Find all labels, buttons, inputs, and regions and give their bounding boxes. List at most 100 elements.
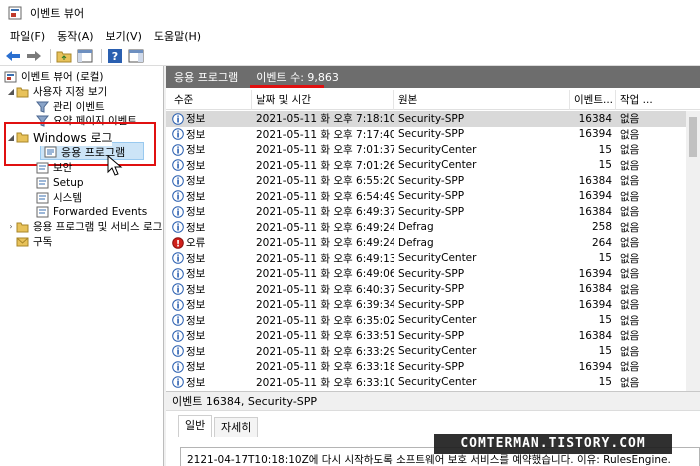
cell-date: 2021-05-11 화 오후 6:54:49 bbox=[256, 190, 394, 203]
tree-item-event-viewer-local[interactable]: 이벤트 뷰어 (로컬) bbox=[4, 69, 104, 84]
column-header-task[interactable]: 작업 ... bbox=[616, 90, 666, 110]
tree-label: 시스템 bbox=[53, 192, 82, 204]
table-row[interactable]: i 정보 2021-05-11 화 오후 6:49:06 Security-SPP 16… bbox=[166, 266, 686, 282]
column-header-level[interactable]: 수준 bbox=[166, 89, 252, 110]
cell-task: 없음 bbox=[620, 314, 640, 327]
level-text: 정보 bbox=[186, 252, 206, 265]
action-pane-icon[interactable] bbox=[127, 48, 145, 64]
cell-task: 없음 bbox=[620, 252, 640, 265]
navigation-tree: 이벤트 뷰어 (로컬) ◢ 사용자 지정 보기 관리 이벤트 요약 페이지 이벤… bbox=[0, 66, 164, 466]
level-text: 정보 bbox=[186, 314, 206, 327]
cell-task: 없음 bbox=[620, 330, 640, 343]
cell-date: 2021-05-11 화 오후 6:49:24 bbox=[256, 221, 394, 234]
table-row[interactable]: i 정보 2021-05-11 화 오후 7:18:10 Security-SPP 16… bbox=[166, 111, 686, 127]
tree-item-apps-services-logs[interactable]: › 응용 프로그램 및 서비스 로그 bbox=[6, 219, 162, 234]
svg-text:i: i bbox=[176, 146, 179, 156]
table-row[interactable]: i 정보 2021-05-11 화 오후 6:33:51 Security-SPP 16… bbox=[166, 328, 686, 344]
expand-chevron-icon[interactable]: › bbox=[6, 222, 16, 231]
cell-source: Security-SPP bbox=[398, 267, 465, 280]
svg-text:i: i bbox=[176, 208, 179, 218]
tree-item-security[interactable]: 보안 bbox=[36, 160, 72, 175]
table-row[interactable]: i 정보 2021-05-11 화 오후 6:40:37 Security-SPP 16… bbox=[166, 282, 686, 298]
table-row[interactable]: i 정보 2021-05-11 화 오후 6:33:18 Security-SPP 16… bbox=[166, 359, 686, 375]
cell-task: 없음 bbox=[620, 206, 640, 219]
level-text: 정보 bbox=[186, 128, 206, 141]
menu-file[interactable]: 파일(F) bbox=[4, 28, 51, 44]
cell-event-id: 15 bbox=[598, 314, 612, 327]
cell-source: Security-SPP bbox=[398, 128, 465, 141]
cell-date: 2021-05-11 화 오후 7:17:40 bbox=[256, 128, 394, 141]
table-row[interactable]: i 정보 2021-05-11 화 오후 6:39:34 Security-SPP 16… bbox=[166, 297, 686, 313]
info-icon: i bbox=[172, 283, 184, 295]
table-row[interactable]: i 정보 2021-05-11 화 오후 6:49:13 SecurityCenter… bbox=[166, 251, 686, 267]
scrollbar-thumb[interactable] bbox=[689, 117, 697, 157]
tree-label: Forwarded Events bbox=[53, 205, 148, 218]
log-icon bbox=[36, 177, 49, 188]
column-header-event-id[interactable]: 이벤트... bbox=[570, 89, 616, 110]
table-row[interactable]: i 정보 2021-05-11 화 오후 7:01:26 SecurityCenter… bbox=[166, 158, 686, 174]
column-header-date[interactable]: 날짜 및 시간 bbox=[252, 89, 394, 110]
table-row[interactable]: i 정보 2021-05-11 화 오후 6:49:37 Security-SPP 16… bbox=[166, 204, 686, 220]
cell-task: 없음 bbox=[620, 376, 640, 389]
cell-task: 없음 bbox=[620, 237, 640, 250]
annotation-underline bbox=[250, 85, 324, 88]
table-row[interactable]: i 정보 2021-05-11 화 오후 7:17:40 Security-SPP 16… bbox=[166, 127, 686, 143]
cell-event-id: 16394 bbox=[578, 128, 612, 141]
table-row[interactable]: ! 오류 2021-05-11 화 오후 6:49:24 Defrag 264 없음 bbox=[166, 235, 686, 251]
svg-text:i: i bbox=[176, 270, 179, 280]
show-hide-tree-icon[interactable] bbox=[76, 48, 94, 64]
event-viewer-icon bbox=[8, 6, 22, 20]
tree-item-custom-views[interactable]: ◢ 사용자 지정 보기 bbox=[6, 84, 107, 99]
cell-event-id: 16384 bbox=[578, 283, 612, 296]
menu-action[interactable]: 동작(A) bbox=[51, 28, 99, 44]
collapse-chevron-icon[interactable]: ◢ bbox=[6, 87, 16, 96]
tab-general[interactable]: 일반 bbox=[178, 415, 213, 437]
tree-label: 관리 이벤트 bbox=[53, 101, 105, 113]
help-icon[interactable]: ? bbox=[106, 48, 124, 64]
table-row[interactable]: i 정보 2021-05-11 화 오후 6:35:02 SecurityCenter… bbox=[166, 313, 686, 329]
table-row[interactable]: i 정보 2021-05-11 화 오후 7:01:37 SecurityCenter… bbox=[166, 142, 686, 158]
tree-item-setup[interactable]: Setup bbox=[36, 175, 84, 190]
folder-up-icon[interactable] bbox=[55, 48, 73, 64]
cell-source: SecurityCenter bbox=[398, 159, 477, 172]
menu-help[interactable]: 도움말(H) bbox=[148, 28, 207, 44]
cell-source: Security-SPP bbox=[398, 360, 465, 373]
cell-level: i 정보 bbox=[166, 266, 252, 281]
toolbar: ? bbox=[0, 46, 700, 66]
cell-source: Defrag bbox=[398, 221, 434, 234]
tab-details[interactable]: 자세히 bbox=[214, 417, 259, 437]
info-icon: i bbox=[172, 298, 184, 311]
event-viewer-icon bbox=[4, 71, 17, 82]
tree-item-forwarded-events[interactable]: Forwarded Events bbox=[36, 204, 147, 219]
tree-item-admin-events[interactable]: 관리 이벤트 bbox=[36, 99, 105, 114]
toolbar-separator bbox=[101, 48, 102, 63]
table-row[interactable]: i 정보 2021-05-11 화 오후 6:54:49 Security-SPP 16… bbox=[166, 189, 686, 205]
level-text: 정보 bbox=[186, 330, 206, 343]
title-bar: 이벤트 뷰어 bbox=[0, 0, 700, 26]
subscription-icon bbox=[16, 237, 29, 246]
info-icon: i bbox=[172, 314, 184, 326]
cell-date: 2021-05-11 화 오후 7:01:26 bbox=[256, 159, 394, 172]
info-icon: i bbox=[172, 112, 184, 125]
table-row[interactable]: i 정보 2021-05-11 화 오후 6:33:29 SecurityCenter… bbox=[166, 344, 686, 360]
back-arrow-icon[interactable] bbox=[4, 48, 22, 64]
log-icon bbox=[36, 162, 49, 173]
tree-label: 이벤트 뷰어 (로컬) bbox=[21, 71, 104, 83]
folder-icon bbox=[16, 87, 29, 97]
level-text: 정보 bbox=[186, 159, 206, 172]
column-header-source[interactable]: 원본 bbox=[394, 89, 570, 110]
table-row[interactable]: i 정보 2021-05-11 화 오후 6:49:24 Defrag 258 없음 bbox=[166, 220, 686, 236]
menu-view[interactable]: 보기(V) bbox=[100, 28, 148, 44]
level-text: 정보 bbox=[186, 221, 206, 234]
cell-event-id: 16394 bbox=[578, 267, 612, 280]
table-row[interactable]: i 정보 2021-05-11 화 오후 6:55:20 Security-SPP 16… bbox=[166, 173, 686, 189]
tree-item-subscriptions[interactable]: 구독 bbox=[16, 234, 52, 249]
table-row[interactable]: i 정보 2021-05-11 화 오후 6:33:10 SecurityCenter… bbox=[166, 375, 686, 391]
cell-date: 2021-05-11 화 오후 6:49:06 bbox=[256, 268, 394, 281]
cell-source: Security-SPP bbox=[398, 112, 465, 125]
level-text: 오류 bbox=[186, 237, 206, 250]
info-icon: i bbox=[172, 221, 184, 233]
tree-item-system[interactable]: 시스템 bbox=[36, 190, 82, 205]
forward-arrow-icon[interactable] bbox=[25, 48, 43, 64]
cell-source: Security-SPP bbox=[398, 329, 465, 342]
